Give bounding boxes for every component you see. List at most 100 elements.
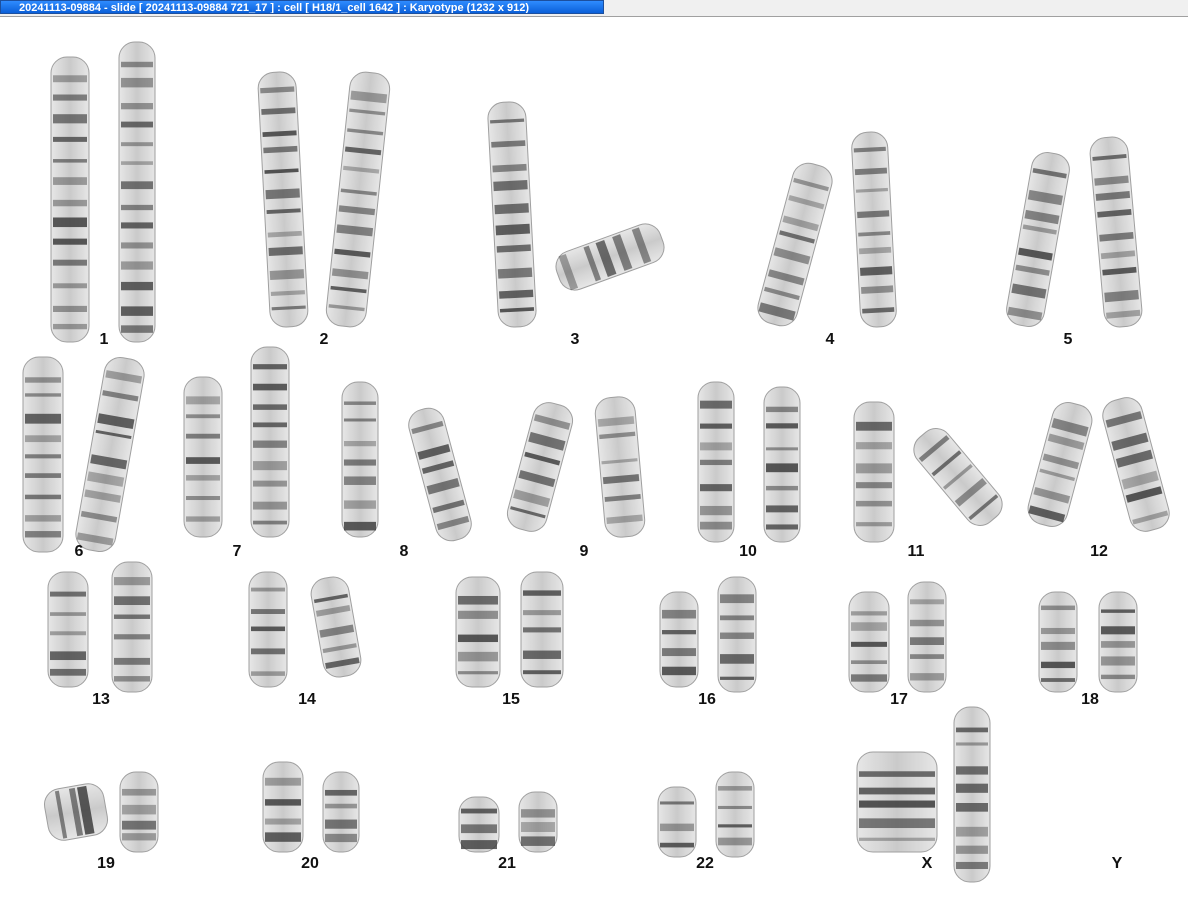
chromosome-band — [856, 463, 892, 474]
chromosome-band — [25, 454, 61, 459]
chromosome-11-b[interactable] — [907, 422, 1008, 532]
chromosome-15-b[interactable] — [520, 571, 564, 688]
chromosome-10-b[interactable] — [763, 386, 801, 543]
chromosome-x-a[interactable] — [856, 751, 938, 853]
chromosome-1-a[interactable] — [50, 56, 90, 343]
chromosome-14-b[interactable] — [309, 574, 364, 679]
chromosome-pair-22[interactable] — [657, 771, 755, 858]
chromosome-5-b[interactable] — [1089, 136, 1143, 329]
chromosome-6-a[interactable] — [22, 356, 64, 553]
window-title[interactable]: 20241113-09884 - slide [ 20241113-09884 … — [0, 0, 604, 14]
chromosome-8-a[interactable] — [341, 381, 379, 538]
chromosome-pair-1[interactable] — [50, 41, 156, 343]
chromosome-label-4: 4 — [825, 331, 835, 348]
chromatid-body — [455, 576, 501, 688]
chromosome-band — [700, 459, 732, 466]
chromosome-band — [910, 673, 944, 681]
chromosome-4-a[interactable] — [754, 160, 835, 330]
chromosome-band — [766, 447, 798, 451]
chromosome-pair-20[interactable] — [262, 761, 360, 853]
chromosome-22-a[interactable] — [657, 786, 697, 858]
chromosome-13-a[interactable] — [47, 571, 89, 688]
chromosome-band — [114, 676, 150, 682]
chromosome-18-b[interactable] — [1098, 591, 1138, 693]
chromosome-band — [718, 824, 752, 828]
chromosome-10-a[interactable] — [697, 381, 735, 543]
chromosome-pair-6[interactable] — [22, 355, 147, 554]
chromosome-5-a[interactable] — [1004, 150, 1072, 329]
chromosome-7-a[interactable] — [183, 376, 223, 538]
chromosome-band — [251, 671, 285, 676]
chromosome-band — [1041, 605, 1075, 611]
chromosome-17-b[interactable] — [907, 581, 947, 693]
chromosome-3-b[interactable] — [551, 219, 668, 294]
chromosome-pair-18[interactable] — [1038, 591, 1138, 693]
chromosome-band — [1101, 641, 1135, 648]
chromosome-band — [497, 267, 533, 279]
chromosome-pair-16[interactable] — [659, 576, 757, 693]
chromosome-band — [523, 627, 561, 633]
chromosome-20-b[interactable] — [322, 771, 360, 853]
chromosome-band — [856, 442, 892, 450]
chromosome-band — [523, 650, 561, 659]
chromosome-12-b[interactable] — [1099, 394, 1173, 535]
chromosome-pair-8[interactable] — [341, 381, 475, 545]
chromosome-pair-12[interactable] — [1025, 394, 1173, 535]
chromosome-11-a[interactable] — [853, 401, 895, 543]
chromosome-19-a[interactable] — [42, 781, 110, 843]
chromosome-pair-21[interactable] — [458, 791, 558, 853]
chromosome-12-a[interactable] — [1025, 399, 1096, 530]
chromosome-16-b[interactable] — [717, 576, 757, 693]
chromosome-19-b[interactable] — [119, 771, 159, 853]
chromosome-pair-17[interactable] — [848, 581, 947, 693]
chromosome-band — [700, 442, 732, 451]
chromosome-pair-11[interactable] — [853, 401, 1009, 543]
chromosome-band — [53, 217, 87, 228]
chromosome-pair-5[interactable] — [1004, 136, 1143, 329]
chromosome-pair-15[interactable] — [455, 571, 564, 688]
chromosome-band — [253, 501, 287, 510]
chromosome-band — [253, 440, 287, 448]
chromosome-pair-3[interactable] — [487, 101, 668, 328]
chromosome-22-b[interactable] — [715, 771, 755, 858]
chromosome-9-a[interactable] — [504, 399, 576, 535]
chromosome-band — [859, 787, 935, 795]
chromosome-pair-2[interactable] — [257, 71, 391, 329]
chromosome-20-a[interactable] — [262, 761, 304, 853]
chromosome-band — [186, 516, 220, 522]
chromosome-13-b[interactable] — [111, 561, 153, 693]
chromosome-x-b[interactable] — [953, 706, 991, 883]
chromosome-pair-19[interactable] — [42, 771, 159, 853]
chromosome-band — [720, 676, 754, 680]
chromosome-pair-13[interactable] — [47, 561, 153, 693]
chromosome-14-a[interactable] — [248, 571, 288, 688]
chromosome-9-b[interactable] — [594, 396, 646, 539]
chromosome-band — [461, 824, 497, 834]
chromosome-16-a[interactable] — [659, 591, 699, 688]
chromosome-band — [766, 463, 798, 473]
chromosome-4-b[interactable] — [851, 131, 897, 328]
chromosome-15-a[interactable] — [455, 576, 501, 688]
chromosome-band — [856, 500, 892, 507]
chromosome-pair-10[interactable] — [697, 381, 801, 543]
chromosome-pair-7[interactable] — [183, 346, 290, 538]
chromosome-17-a[interactable] — [848, 591, 890, 693]
chromosome-pair-9[interactable] — [504, 396, 646, 539]
chromosome-1-b[interactable] — [118, 41, 156, 343]
chromosome-band — [253, 364, 287, 370]
chromosome-band — [344, 521, 376, 531]
chromosome-7-b[interactable] — [250, 346, 290, 538]
chromosome-band — [50, 631, 86, 636]
chromosome-band — [344, 476, 376, 485]
chromosome-2-a[interactable] — [257, 71, 309, 328]
chromosome-pair-14[interactable] — [248, 571, 364, 688]
chromosome-3-a[interactable] — [487, 101, 537, 328]
chromosome-18-a[interactable] — [1038, 591, 1078, 693]
chromosome-6-b[interactable] — [73, 355, 146, 554]
chromosome-2-b[interactable] — [325, 71, 391, 329]
chromosome-band — [53, 259, 87, 266]
chromosome-21-a[interactable] — [458, 796, 500, 853]
chromosome-pair-4[interactable] — [754, 131, 897, 329]
chromosome-21-b[interactable] — [518, 791, 558, 853]
chromosome-8-b[interactable] — [405, 405, 475, 545]
